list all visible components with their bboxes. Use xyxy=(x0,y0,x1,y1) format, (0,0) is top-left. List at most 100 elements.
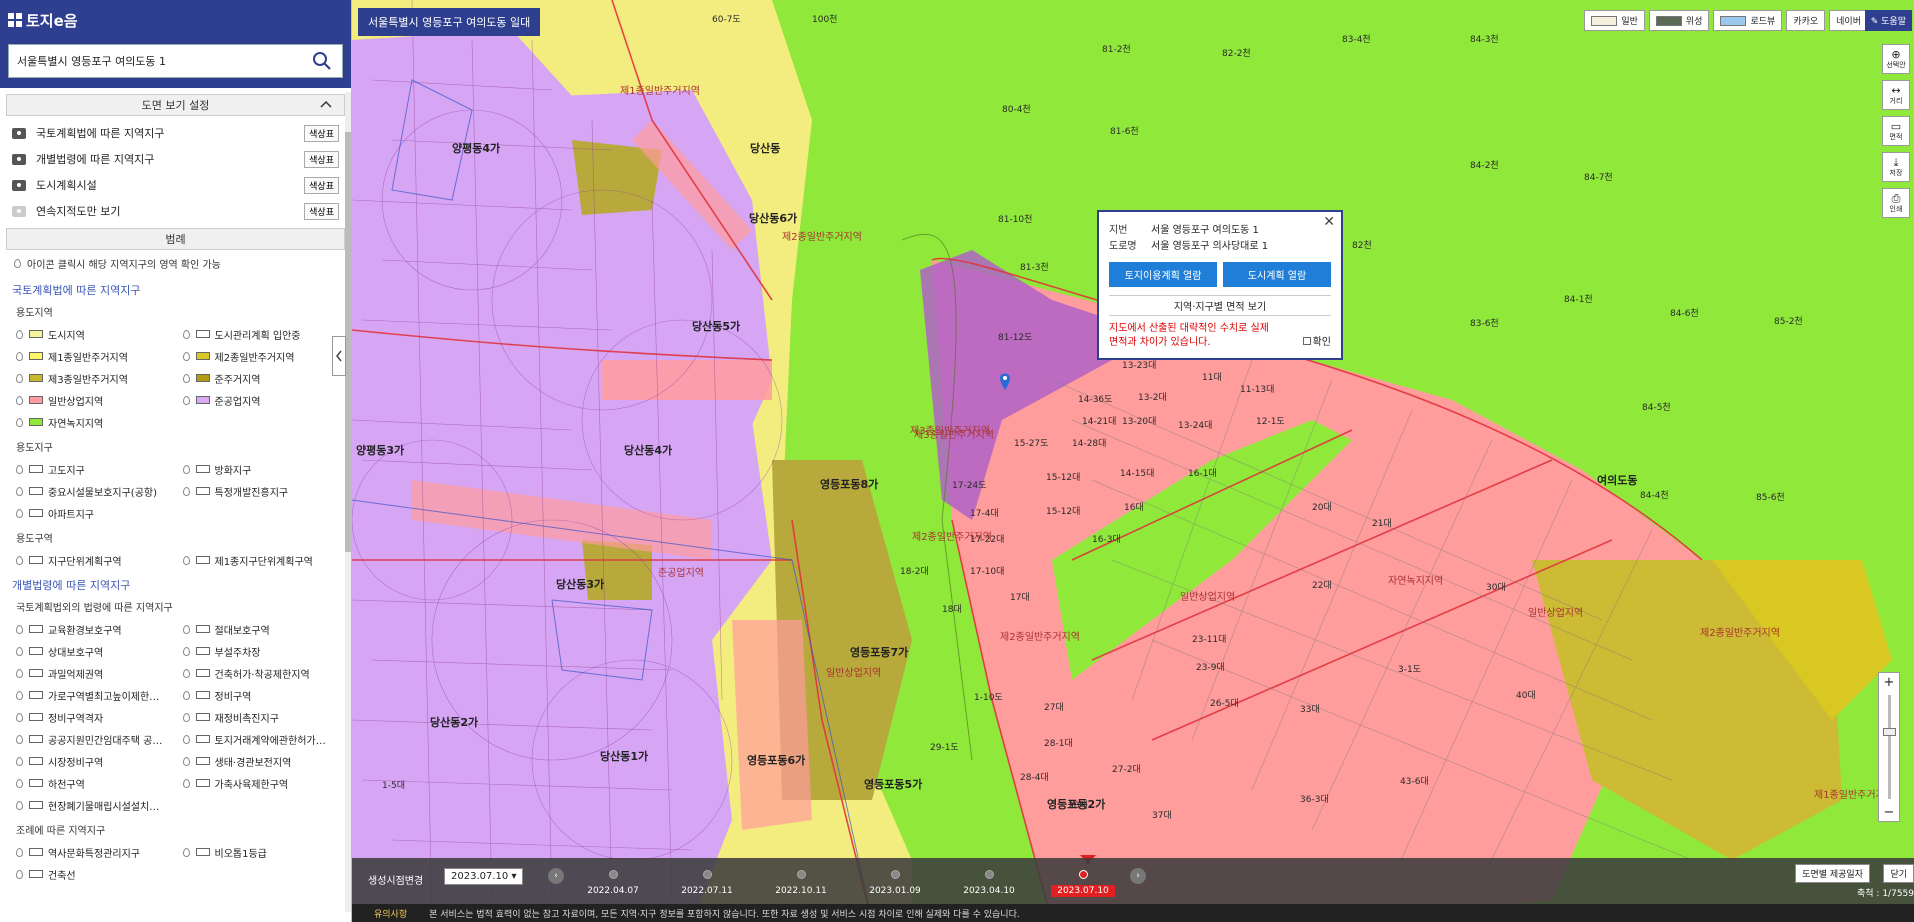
zoom-slider-knob[interactable] xyxy=(1882,728,1896,737)
sidebar-scrollbar[interactable] xyxy=(345,92,351,912)
land-use-plan-button[interactable]: 토지이용계획 열람 xyxy=(1109,262,1217,287)
legend-item[interactable]: 정비구역격자 xyxy=(16,706,179,728)
map-type-satellite[interactable]: 위성 xyxy=(1648,10,1710,31)
pin-icon[interactable] xyxy=(16,847,23,857)
pin-icon[interactable] xyxy=(182,847,190,857)
legend-item[interactable]: 생태·경관보전지역 xyxy=(182,750,346,772)
eye-off-icon[interactable] xyxy=(12,205,26,217)
pin-icon[interactable] xyxy=(16,486,23,496)
zoom-slider-track[interactable] xyxy=(1882,695,1896,799)
pin-icon[interactable] xyxy=(16,668,23,678)
pin-icon[interactable] xyxy=(182,555,190,565)
legend-item[interactable]: 교육환경보호구역 xyxy=(16,618,179,640)
legend-item[interactable]: 상대보호구역 xyxy=(16,640,179,662)
app-logo[interactable]: 토지e음 xyxy=(8,8,343,32)
provide-dates-button[interactable]: 도면별 제공일자 xyxy=(1795,864,1870,883)
legend-item[interactable]: 현장폐기물매립시설설치… xyxy=(16,794,179,816)
pin-icon[interactable] xyxy=(16,869,23,879)
timeline-tick[interactable]: 2023.07.10 xyxy=(1048,870,1118,897)
pin-icon[interactable] xyxy=(16,756,23,766)
pin-icon[interactable] xyxy=(16,373,23,383)
pin-icon[interactable] xyxy=(16,800,23,810)
urban-plan-button[interactable]: 도시계획 열람 xyxy=(1223,262,1331,287)
timeline-date-select[interactable]: 2023.07.10 ▾ xyxy=(444,868,524,885)
legend-item[interactable]: 방화지구 xyxy=(182,458,346,480)
legend-item[interactable]: 시장정비구역 xyxy=(16,750,179,772)
color-table-button[interactable]: 색상표 xyxy=(304,124,339,142)
timeline-tick[interactable]: 2022.04.07 xyxy=(578,870,648,896)
confirm-checkbox[interactable]: 확인 xyxy=(1302,333,1331,348)
legend-item[interactable]: 자연녹지지역 xyxy=(16,411,179,433)
legend-item[interactable]: 가로구역별최고높이제한… xyxy=(16,684,179,706)
chevron-up-icon[interactable] xyxy=(320,99,332,112)
pin-icon[interactable] xyxy=(182,486,190,496)
pin-icon[interactable] xyxy=(182,756,190,766)
help-button[interactable]: ✎ 도움말 xyxy=(1864,10,1912,31)
pin-icon[interactable] xyxy=(16,555,23,565)
pin-icon[interactable] xyxy=(182,668,190,678)
map-type-kakao[interactable]: 카카오 xyxy=(1786,10,1826,31)
pin-icon[interactable] xyxy=(16,646,23,656)
pin-icon[interactable] xyxy=(16,690,23,700)
zoom-out-button[interactable]: − xyxy=(1879,803,1899,821)
map-type-general[interactable]: 일반 xyxy=(1584,10,1645,31)
pin-icon[interactable] xyxy=(182,395,190,405)
color-table-button[interactable]: 색상표 xyxy=(304,202,339,220)
legend-item[interactable]: 토지거래계약에관한허가… xyxy=(182,728,346,750)
legend-item[interactable]: 절대보호구역 xyxy=(182,618,346,640)
zoom-in-button[interactable]: + xyxy=(1879,673,1899,691)
pin-icon[interactable] xyxy=(16,329,23,339)
address-search-input[interactable] xyxy=(17,54,310,68)
legend-item[interactable]: 하천구역 xyxy=(16,772,179,794)
legend-item[interactable]: 건축허가·착공제한지역 xyxy=(182,662,346,684)
timeline-dot[interactable] xyxy=(608,870,618,879)
checkbox-icon[interactable] xyxy=(1302,336,1311,345)
timeline-tick[interactable]: 2022.10.11 xyxy=(766,870,836,896)
legend-item[interactable]: 도시관리계획 입안중 xyxy=(182,323,346,345)
color-table-button[interactable]: 색상표 xyxy=(304,176,339,194)
view-settings-header[interactable]: 도면 보기 설정 xyxy=(6,94,345,116)
pin-icon[interactable] xyxy=(182,464,190,474)
timeline-dot[interactable] xyxy=(1078,870,1088,879)
timeline-dot[interactable] xyxy=(890,870,900,879)
tool-print-button[interactable]: ⎙ 인쇄 xyxy=(1882,188,1910,218)
search-icon[interactable] xyxy=(310,49,334,73)
legend-item[interactable]: 제3종일반주거지역 xyxy=(16,367,179,389)
pin-icon[interactable] xyxy=(16,624,23,634)
pin-icon[interactable] xyxy=(16,778,23,788)
eye-icon[interactable] xyxy=(12,153,26,165)
collapse-sidebar-button[interactable] xyxy=(332,336,346,376)
pin-icon[interactable] xyxy=(16,734,23,744)
legend-item[interactable]: 고도지구 xyxy=(16,458,179,480)
pin-icon[interactable] xyxy=(182,351,190,361)
tool-save-button[interactable]: ⤓ 저장 xyxy=(1882,152,1910,182)
tool-distance-button[interactable]: ↔ 거리 xyxy=(1882,80,1910,110)
color-table-button[interactable]: 색상표 xyxy=(304,150,339,168)
timeline-prev-button[interactable]: ‹ xyxy=(548,868,564,884)
tool-area-button[interactable]: ▭ 면적 xyxy=(1882,116,1910,146)
legend-item[interactable]: 특정개발진흥지구 xyxy=(182,480,346,502)
pin-icon[interactable] xyxy=(16,712,23,722)
pin-icon[interactable] xyxy=(182,734,190,744)
timeline-dot[interactable] xyxy=(796,870,806,879)
timeline-tick[interactable]: 2023.04.10 xyxy=(954,870,1024,896)
pin-icon[interactable] xyxy=(182,778,190,788)
legend-item[interactable]: 준공업지역 xyxy=(182,389,346,411)
legend-item[interactable]: 지구단위계획구역 xyxy=(16,549,179,571)
eye-icon[interactable] xyxy=(12,179,26,191)
pin-icon[interactable] xyxy=(16,351,23,361)
map-type-roadview[interactable]: 로드뷰 xyxy=(1713,10,1783,31)
tool-select-button[interactable]: ⊕ 선택안 xyxy=(1882,44,1910,74)
legend-item[interactable]: 제2종일반주거지역 xyxy=(182,345,346,367)
pin-icon[interactable] xyxy=(16,508,23,518)
close-icon[interactable]: ✕ xyxy=(1323,214,1335,230)
legend-item[interactable]: 일반상업지역 xyxy=(16,389,179,411)
pin-icon[interactable] xyxy=(16,395,23,405)
timeline-dot[interactable] xyxy=(984,870,994,879)
legend-item[interactable]: 중요시설물보호지구(공항) xyxy=(16,480,179,502)
legend-item[interactable]: 재정비촉진지구 xyxy=(182,706,346,728)
pin-icon[interactable] xyxy=(182,624,190,634)
legend-item[interactable]: 건축선 xyxy=(16,863,179,885)
legend-item[interactable]: 아파트지구 xyxy=(16,502,179,524)
pin-icon[interactable] xyxy=(16,417,23,427)
